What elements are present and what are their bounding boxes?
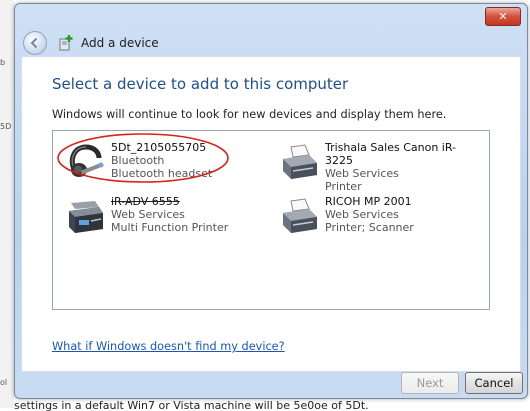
printer-icon bbox=[283, 198, 317, 233]
dialog-content: Select a device to add to this computer … bbox=[21, 56, 521, 372]
dialog-footer: Next Cancel bbox=[15, 372, 527, 398]
background-text: 5D bbox=[0, 122, 12, 131]
device-item-canon-printer[interactable]: Trishala Sales Canon iR-3225 Web Service… bbox=[279, 141, 479, 193]
next-button[interactable]: Next bbox=[401, 372, 459, 394]
title-bar: ✕ bbox=[15, 4, 527, 26]
device-item-ricoh-printer[interactable]: RICOH MP 2001 Web Services Printer; Scan… bbox=[279, 195, 479, 243]
cancel-button[interactable]: Cancel bbox=[465, 372, 523, 394]
device-name: RICOH MP 2001 bbox=[325, 195, 412, 208]
background-window-edge: b 5D ol bbox=[0, 0, 14, 408]
bluetooth-headset-icon bbox=[69, 144, 104, 177]
navigation-bar: Add a device bbox=[23, 30, 503, 56]
page-description: Windows will continue to look for new de… bbox=[52, 108, 447, 121]
close-button[interactable]: ✕ bbox=[485, 7, 521, 26]
device-name: iR-ADV 6555 bbox=[111, 195, 180, 208]
background-text: ol bbox=[0, 378, 8, 387]
multifunction-printer-icon bbox=[69, 201, 103, 233]
device-type: Bluetooth bbox=[111, 154, 165, 167]
background-text: b bbox=[0, 58, 6, 67]
printer-icon bbox=[283, 144, 317, 179]
device-category: Multi Function Printer bbox=[111, 221, 229, 234]
help-link[interactable]: What if Windows doesn't find my device? bbox=[52, 340, 285, 353]
device-name: 5Dt_2105055705 bbox=[111, 141, 207, 154]
caption-text: settings in a default Win7 or Vista mach… bbox=[14, 399, 369, 411]
device-type: Web Services bbox=[325, 167, 399, 180]
device-list: 5Dt_2105055705 Bluetooth Bluetooth heads… bbox=[52, 130, 490, 310]
dialog-title: Add a device bbox=[81, 36, 159, 50]
device-type: Web Services bbox=[111, 208, 185, 221]
back-button[interactable] bbox=[23, 31, 47, 55]
device-item-mfp[interactable]: iR-ADV 6555 Web Services Multi Function … bbox=[65, 195, 265, 243]
device-item-headset[interactable]: 5Dt_2105055705 Bluetooth Bluetooth heads… bbox=[57, 133, 265, 189]
back-arrow-icon bbox=[30, 37, 38, 49]
device-category: Printer; Scanner bbox=[325, 221, 414, 234]
add-device-dialog: ✕ Add a device Select a device to add to… bbox=[14, 3, 528, 399]
device-category: Bluetooth headset bbox=[111, 167, 213, 180]
device-name: Trishala Sales Canon iR-3225 bbox=[325, 141, 457, 167]
page-heading: Select a device to add to this computer bbox=[52, 75, 349, 93]
background-caption: settings in a default Win7 or Vista mach… bbox=[14, 397, 530, 411]
device-category: Printer bbox=[325, 180, 362, 193]
add-device-icon bbox=[59, 35, 73, 51]
device-type: Web Services bbox=[325, 208, 399, 221]
